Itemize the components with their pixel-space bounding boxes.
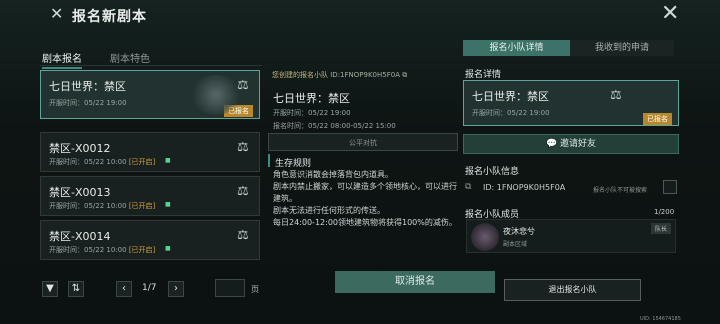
rule-2: 剧本内禁止搬家，可以建造多个领地核心，可以进行建筑。: [273, 182, 457, 203]
server-card-1[interactable]: 七日世界：禁区 开服时间：05/22 19:00 ⚖ 已报名: [40, 70, 260, 119]
team-line-prefix: 您创建的报名小队: [272, 71, 328, 79]
open-time: 开服时间：05/22 19:00: [273, 109, 351, 117]
chat-icon: 💬: [545, 139, 558, 149]
server-card-time-text: 开服时间：05/22 10:00: [49, 246, 127, 254]
invite-friends-label: 邀请好友: [560, 139, 597, 149]
team-icon: ■: [165, 201, 171, 208]
server-name: 七日世界：禁区: [273, 92, 350, 105]
exit-team-button[interactable]: 退出报名小队: [504, 279, 641, 301]
tab-divider: [40, 65, 262, 66]
copy-icon[interactable]: ⧉: [402, 71, 407, 79]
detail-time: 开服时间：05/22 19:00: [472, 109, 550, 117]
uid-label: UID: 154674185: [640, 316, 681, 322]
search-toggle-checkbox[interactable]: [663, 180, 677, 194]
team-info-copy-icon[interactable]: ⧉: [465, 182, 471, 192]
signup-time: 报名时间：05/22 08:00-05/22 15:00: [273, 122, 396, 130]
members-count: 1/200: [654, 208, 675, 216]
server-card-time: 开服时间：05/22 10:00 [已开启]: [49, 157, 155, 167]
server-card-time-text: 开服时间：05/22 10:00: [49, 202, 127, 210]
scale-icon: ⚖: [237, 228, 249, 243]
invite-friends-button[interactable]: 💬 邀请好友: [463, 134, 679, 154]
page-title: 报名新剧本: [72, 9, 147, 25]
server-card-time: 开服时间：05/22 10:00 [已开启]: [49, 245, 155, 255]
page-indicator: 1/7: [142, 283, 157, 293]
server-card-name: 禁区-X0012: [49, 142, 111, 155]
tab-received-applications[interactable]: 我收到的申请: [570, 40, 674, 56]
search-note: 报名小队不可被搜索: [593, 187, 648, 194]
server-card-status: [已开启]: [128, 246, 156, 254]
sort-icon[interactable]: ⇅: [68, 281, 84, 297]
rules-marker: [268, 154, 270, 167]
detail-title: 报名详情: [465, 70, 502, 80]
team-id: ID:1FNOP9K0H5F0A: [330, 71, 400, 79]
rule-1: 角色意识消散会掉落背包内道具。: [273, 170, 393, 179]
team-icon: ■: [165, 245, 171, 252]
tab-signup[interactable]: 剧本报名: [42, 50, 82, 69]
team-info-id: ID: 1FNOP9K0H5F0A: [483, 183, 566, 192]
crossed-swords-logo-icon: ✕: [50, 4, 64, 23]
server-card-3[interactable]: 禁区-X0013 开服时间：05/22 10:00 [已开启] ⚖ ■: [40, 176, 260, 216]
member-area: 副本区域: [503, 241, 528, 248]
scale-icon: ⚖: [237, 140, 249, 155]
server-card-2[interactable]: 禁区-X0012 开服时间：05/22 10:00 [已开启] ⚖ ■: [40, 132, 260, 172]
detail-name: 七日世界：禁区: [472, 90, 549, 103]
server-card-status: [已开启]: [128, 202, 156, 210]
prev-page-button[interactable]: ‹: [116, 281, 132, 297]
detail-card: 七日世界：禁区 开服时间：05/22 19:00 ⚖ 已报名: [463, 80, 679, 126]
fair-mode-label: 公平对抗: [349, 139, 377, 147]
page-input[interactable]: [215, 279, 245, 297]
detail-badge: 已报名: [643, 113, 672, 125]
server-card-name: 禁区-X0014: [49, 230, 111, 243]
team-info-title: 报名小队信息: [465, 167, 520, 177]
member-row[interactable]: 夜沐悲兮 副本区域 队长: [466, 219, 676, 253]
cancel-signup-button[interactable]: 取消报名: [335, 271, 495, 293]
server-card-time: 开服时间：05/22 10:00 [已开启]: [49, 201, 155, 211]
team-line: 您创建的报名小队 ID:1FNOP9K0H5F0A ⧉: [272, 70, 407, 80]
rules-body: 角色意识消散会掉落背包内道具。 剧本内禁止搬家，可以建造多个领地核心，可以进行建…: [273, 169, 461, 229]
rule-4: 每日24:00-12:00领地建筑物将获得100%的减伤。: [273, 218, 457, 227]
scale-icon: ⚖: [237, 184, 249, 199]
next-page-button[interactable]: ›: [168, 281, 184, 297]
server-card-name: 七日世界：禁区: [49, 80, 126, 93]
page-unit-label: 页: [251, 285, 259, 294]
tab-team-detail[interactable]: 报名小队详情: [463, 40, 570, 56]
team-icon: ■: [165, 157, 171, 164]
tab-features[interactable]: 剧本特色: [110, 50, 150, 65]
close-icon[interactable]: ✕: [661, 3, 681, 25]
server-card-name: 禁区-X0013: [49, 186, 111, 199]
rules-title: 生存规则: [275, 159, 312, 169]
scale-icon: ⚖: [610, 88, 622, 103]
avatar: [471, 223, 499, 251]
leader-badge: 队长: [650, 223, 671, 234]
member-name: 夜沐悲兮: [503, 227, 535, 236]
server-card-status: [已开启]: [128, 158, 156, 166]
server-art: [191, 75, 241, 115]
filter-icon[interactable]: ▼: [42, 281, 58, 297]
server-card-time: 开服时间：05/22 19:00: [49, 99, 127, 107]
rule-3: 剧本无法进行任何形式的传送。: [273, 206, 385, 215]
fair-mode-bar: 公平对抗: [268, 133, 458, 151]
server-card-4[interactable]: 禁区-X0014 开服时间：05/22 10:00 [已开启] ⚖ ■: [40, 220, 260, 260]
server-card-time-text: 开服时间：05/22 10:00: [49, 158, 127, 166]
